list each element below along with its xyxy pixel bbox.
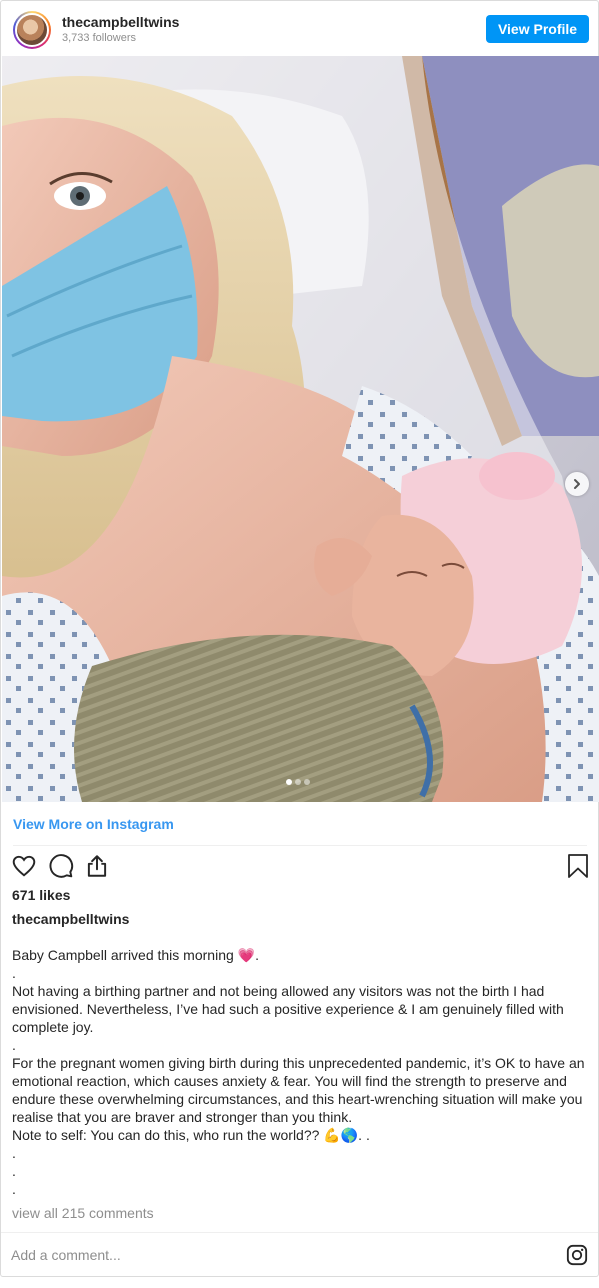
heart-icon[interactable]	[11, 853, 37, 879]
carousel-dot	[304, 779, 310, 785]
caption-line: Not having a birthing partner and not be…	[12, 983, 564, 1035]
caption-line: Note to self: You can do this, who run t…	[12, 1127, 370, 1143]
photo-illustration	[2, 56, 599, 802]
share-icon[interactable]	[84, 853, 110, 879]
chevron-right-icon	[574, 479, 580, 489]
caption-username[interactable]: thecampbelltwins	[12, 911, 129, 927]
comment-icon[interactable]	[48, 853, 74, 879]
carousel-indicator	[286, 779, 310, 785]
divider	[13, 845, 587, 846]
avatar-image	[15, 13, 49, 47]
instagram-icon[interactable]	[566, 1244, 588, 1266]
carousel-dot	[286, 779, 292, 785]
profile-avatar[interactable]	[13, 11, 51, 49]
post-photo[interactable]	[2, 56, 599, 802]
profile-username[interactable]: thecampbelltwins	[62, 14, 179, 30]
next-photo-button[interactable]	[565, 472, 589, 496]
caption-line: .	[12, 1163, 16, 1179]
comment-bar	[1, 1232, 598, 1277]
bookmark-icon[interactable]	[566, 853, 590, 879]
caption-line: .	[12, 965, 16, 981]
carousel-dot	[295, 779, 301, 785]
caption-line: .	[12, 1145, 16, 1161]
view-more-link[interactable]: View More on Instagram	[13, 816, 174, 832]
caption-line: Baby Campbell arrived this morning 💗.	[12, 947, 259, 963]
view-all-comments-link[interactable]: view all 215 comments	[12, 1205, 154, 1221]
follower-count: 3,733 followers	[62, 32, 136, 44]
caption-line: For the pregnant women giving birth duri…	[12, 1055, 585, 1125]
caption-line: .	[12, 1181, 16, 1197]
instagram-embed-card: thecampbelltwins 3,733 followers View Pr…	[0, 0, 599, 1277]
caption-line: .	[12, 1037, 16, 1053]
like-count[interactable]: 671 likes	[12, 887, 70, 903]
post-header: thecampbelltwins 3,733 followers View Pr…	[1, 1, 598, 56]
view-profile-button[interactable]: View Profile	[486, 15, 589, 43]
comment-input[interactable]	[11, 1245, 531, 1265]
post-caption: Baby Campbell arrived this morning 💗. . …	[12, 946, 590, 1198]
action-bar	[11, 853, 589, 879]
